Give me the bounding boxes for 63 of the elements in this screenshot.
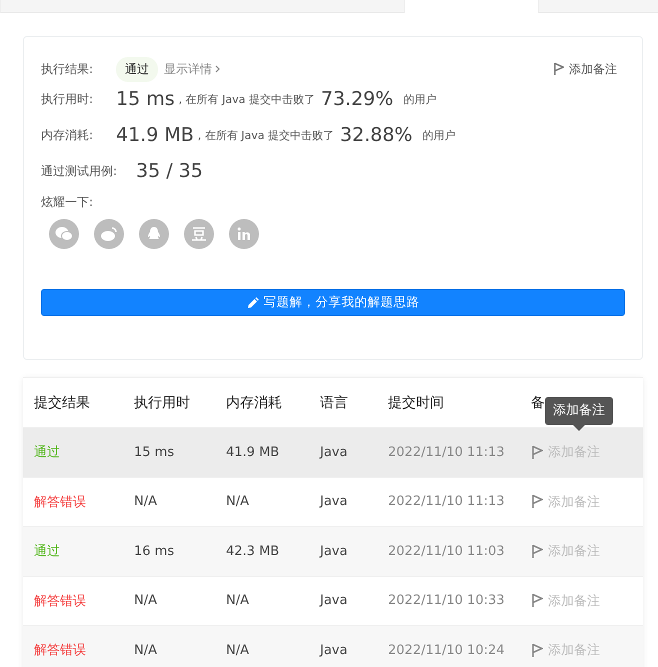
write-solution-button[interactable]: 写题解，分享我的解题思路 [41, 289, 625, 316]
tests-label: 通过测试用例: [41, 162, 118, 180]
metric-text: , 在所有 Java 提交中击败了 [178, 92, 315, 106]
table-cell-text: N/A [226, 593, 250, 608]
add-note-button[interactable]: 添加备注 [531, 592, 600, 610]
douban-icon[interactable] [184, 219, 214, 249]
table-cell-text: 41.9 MB [226, 444, 280, 460]
status-cell[interactable]: 解答错误 [34, 492, 134, 511]
chat-icon[interactable] [49, 219, 79, 249]
table-cell-text: Java [320, 593, 348, 608]
tooltip-arrow-icon [573, 425, 585, 432]
metric-label: 执行用时: [41, 90, 94, 108]
add-note-button[interactable]: 添加备注 [531, 492, 600, 511]
chevron-right-icon [215, 65, 220, 73]
table-row[interactable]: 解答错误 N/A N/A Java 2022/11/10 11:13 添加备注 [23, 476, 643, 526]
table-cell-text: 42.3 MB [226, 544, 280, 559]
percent-value: 32.88% [340, 124, 412, 146]
table-cell-text: 15 ms [134, 444, 176, 460]
table-row[interactable]: 解答错误 N/A N/A Java 2022/11/10 10:24 添加备注 [23, 625, 643, 667]
penguin-icon[interactable] [139, 219, 169, 249]
table-cell-text: N/A [134, 642, 158, 658]
metric-value: 41.9 MB [116, 124, 194, 146]
tests-value: 35 / 35 [136, 160, 203, 182]
flag-icon [531, 544, 543, 559]
table-cell-text: 2022/11/10 10:33 [388, 593, 506, 608]
table-cell-text: Java [320, 444, 348, 460]
metric-suffix: 的用户 [403, 92, 436, 106]
flag-icon [531, 444, 543, 460]
status-cell[interactable]: 解答错误 [34, 641, 134, 660]
pencil-icon [246, 296, 258, 308]
table-cell-text: Java [320, 642, 348, 658]
linkedin-icon[interactable] [229, 219, 259, 249]
table-cell-text: Java [320, 494, 348, 510]
result-label: 执行结果: [41, 60, 94, 78]
metric-label: 内存消耗: [41, 126, 94, 144]
table-cell-text: 2022/11/10 11:03 [388, 544, 506, 559]
flag-icon [531, 642, 543, 658]
metric-suffix: 的用户 [422, 128, 456, 142]
table-cell-text: N/A [226, 494, 250, 510]
metric-text: , 在所有 Java 提交中击败了 [198, 128, 334, 142]
metric-value: 15 ms [116, 88, 175, 110]
table-cell-text: 2022/11/10 11:13 [388, 444, 506, 460]
table-cell-text: N/A [226, 642, 250, 658]
table-cell-text: Java [320, 544, 348, 559]
status-badge: 通过 [116, 56, 158, 82]
weibo-icon[interactable] [94, 219, 124, 249]
table-row[interactable]: 解答错误 N/A N/A Java 2022/11/10 10:33 添加备注 [23, 576, 643, 625]
percent-value: 73.29% [320, 88, 394, 110]
add-note-button[interactable]: 添加备注 [552, 60, 617, 78]
status-cell[interactable]: 解答错误 [34, 592, 134, 610]
status-cell[interactable]: 通过 [34, 542, 134, 560]
flag-icon [531, 593, 543, 608]
share-label: 炫耀一下: [41, 194, 94, 210]
table-cell-text: N/A [134, 593, 158, 608]
details-link[interactable]: 显示详情 [164, 60, 212, 78]
table-cell-text: 2022/11/10 11:13 [388, 494, 506, 510]
table-row[interactable]: 通过 16 ms 42.3 MB Java 2022/11/10 11:03 添加备注 [23, 526, 643, 576]
flag-icon [531, 494, 543, 510]
table-cell-text: 16 ms [134, 544, 176, 559]
status-cell[interactable]: 通过 [34, 443, 134, 462]
table-cell-text: N/A [134, 494, 158, 510]
table-cell-text: 2022/11/10 10:24 [388, 642, 506, 658]
flag-icon [552, 62, 564, 76]
